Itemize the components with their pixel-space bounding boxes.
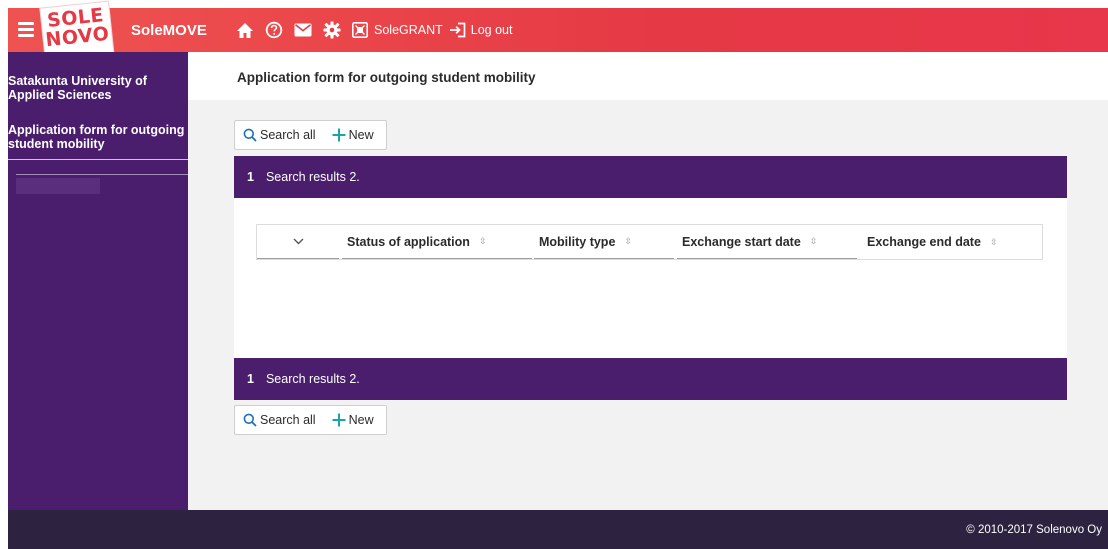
results-count: Search results 2. — [265, 372, 360, 386]
search-all-label: Search all — [260, 413, 316, 427]
help-icon[interactable] — [265, 21, 283, 39]
footer: © 2010-2017 Solenovo Oy — [8, 510, 1108, 549]
copyright: © 2010-2017 Solenovo Oy — [966, 524, 1102, 536]
plus-icon — [332, 128, 346, 142]
search-all-button[interactable]: Search all — [243, 128, 316, 142]
new-label: New — [348, 128, 374, 142]
logout-icon[interactable] — [449, 22, 466, 38]
search-icon — [243, 128, 257, 142]
page-title: Application form for outgoing student mo… — [237, 70, 536, 85]
new-label: New — [348, 413, 374, 427]
plus-icon — [332, 413, 346, 427]
sort-icon: ⇳ — [809, 236, 818, 246]
sidebar-divider — [16, 174, 188, 175]
sort-icon: ⇳ — [989, 236, 998, 247]
sidebar: Satakunta University of Applied Sciences… — [8, 52, 188, 510]
mail-icon[interactable] — [294, 23, 312, 37]
home-icon[interactable] — [236, 22, 254, 39]
results-count: Search results 2. — [265, 170, 360, 184]
column-header-start-date[interactable]: Exchange start date ⇳ — [677, 225, 857, 259]
results-table-panel: Status of application ⇳ Mobility type ⇳ Ex… — [234, 198, 1067, 358]
sort-icon: ⇳ — [624, 236, 632, 246]
results-bar-top: 1 Search results 2. — [234, 156, 1067, 198]
column-label: Exchange start date — [682, 234, 801, 249]
expand-toggle[interactable] — [257, 225, 339, 259]
table-header: Status of application ⇳ Mobility type ⇳ Ex… — [256, 224, 1043, 260]
sidebar-placeholder — [16, 178, 100, 194]
search-icon — [243, 413, 257, 427]
solegrant-link[interactable]: SoleGRANT — [374, 23, 443, 37]
search-all-button[interactable]: Search all — [243, 413, 316, 427]
column-label: Exchange end date — [867, 235, 981, 249]
page-header: Application form for outgoing student mo… — [188, 52, 1108, 100]
sidebar-organization: Satakunta University of Applied Sciences — [8, 74, 147, 102]
column-label: Mobility type — [539, 234, 616, 249]
column-header-mobility-type[interactable]: Mobility type ⇳ — [534, 225, 674, 259]
search-all-label: Search all — [260, 128, 316, 142]
chevron-down-icon — [293, 238, 303, 245]
logout-link[interactable]: Log out — [471, 23, 513, 37]
new-button[interactable]: New — [332, 413, 374, 427]
new-button[interactable]: New — [332, 128, 374, 142]
toolbar-top: Search all New — [234, 120, 387, 150]
header-actions: SoleGRANT Log out — [236, 20, 519, 40]
column-label: Status of application — [347, 234, 470, 249]
grant-icon[interactable] — [352, 22, 368, 38]
sidebar-item-application-form[interactable]: Application form for outgoing student mo… — [8, 123, 188, 160]
sort-icon: ⇳ — [478, 236, 487, 246]
page-number[interactable]: 1 — [247, 372, 254, 386]
column-header-status[interactable]: Status of application ⇳ — [342, 225, 532, 259]
page-number[interactable]: 1 — [247, 170, 254, 184]
column-header-end-date[interactable]: Exchange end date ⇳ — [860, 225, 1044, 259]
top-header: SOLE NOVO SoleMOVE SoleGRANT Log out — [8, 1, 1108, 63]
toolbar-bottom: Search all New — [234, 405, 387, 435]
results-bar-bottom: 1 Search results 2. — [234, 358, 1067, 400]
menu-icon[interactable] — [16, 19, 36, 41]
app-name[interactable]: SoleMOVE — [131, 22, 207, 39]
gear-icon[interactable] — [323, 21, 341, 39]
